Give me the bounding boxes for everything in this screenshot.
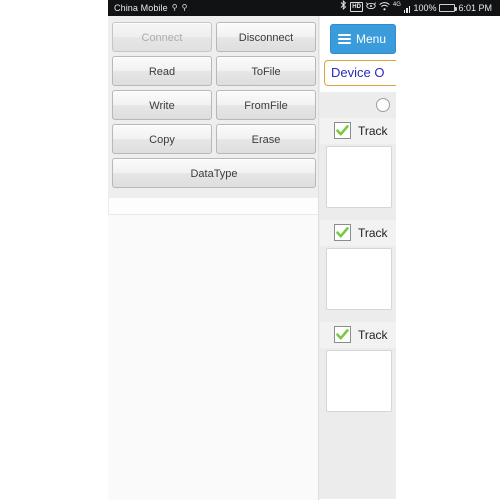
radio-option-row (320, 92, 396, 118)
button-row: Copy Erase (112, 124, 316, 154)
hamburger-menu-icon (338, 32, 351, 46)
form-body: Track Track Track (320, 92, 396, 500)
tofile-button[interactable]: ToFile (216, 56, 316, 86)
clock-label: 6:01 PM (458, 3, 492, 13)
track-input[interactable] (326, 146, 392, 208)
track-checkbox[interactable] (334, 224, 351, 241)
track-header: Track (320, 118, 396, 144)
track-header: Track (320, 220, 396, 246)
write-button[interactable]: Write (112, 90, 212, 120)
track-checkbox[interactable] (334, 122, 351, 139)
web-form-panel: Menu Device O Track Track Track (320, 16, 396, 500)
signal-bars-icon (403, 5, 411, 13)
track-group: Track (320, 322, 396, 412)
button-row: Read ToFile (112, 56, 316, 86)
copy-button[interactable]: Copy (112, 124, 212, 154)
carrier-label: China Mobile (114, 3, 168, 13)
track-group: Track (320, 118, 396, 208)
menu-button[interactable]: Menu (330, 24, 396, 54)
page-title: Device O (324, 60, 396, 86)
network-type-label: 4G (392, 2, 401, 8)
track-input[interactable] (326, 248, 392, 310)
battery-icon (439, 4, 458, 12)
track-checkbox[interactable] (334, 326, 351, 343)
sim-1-icon: ⚲ (171, 3, 178, 12)
bluetooth-icon (340, 0, 347, 16)
status-bar-left: China Mobile ⚲ ⚲ (108, 0, 187, 16)
empty-content-area (108, 214, 320, 500)
alarm-icon (365, 0, 376, 16)
button-row: Connect Disconnect (112, 22, 316, 52)
track-label: Track (358, 328, 388, 342)
fromfile-button[interactable]: FromFile (216, 90, 316, 120)
read-button[interactable]: Read (112, 56, 212, 86)
screenshot-root: China Mobile ⚲ ⚲ HD 4G 100% 6:01 PM Conn… (0, 0, 500, 500)
status-bar-right: HD 4G 100% 6:01 PM (340, 0, 492, 16)
track-group: Track (320, 220, 396, 310)
track-input[interactable] (326, 350, 392, 412)
button-row: DataType (112, 158, 316, 188)
track-header: Track (320, 322, 396, 348)
disconnect-button[interactable]: Disconnect (216, 22, 316, 52)
hd-icon: HD (350, 2, 363, 12)
menu-button-label: Menu (356, 32, 387, 46)
connect-button[interactable]: Connect (112, 22, 212, 52)
wifi-icon (379, 0, 390, 16)
track-label: Track (358, 226, 388, 240)
erase-button[interactable]: Erase (216, 124, 316, 154)
button-row: Write FromFile (112, 90, 316, 120)
datatype-button[interactable]: DataType (112, 158, 316, 188)
sim-2-icon: ⚲ (181, 3, 188, 12)
battery-percent-label: 100% (413, 3, 437, 13)
radio-button-unselected-icon[interactable] (376, 98, 390, 112)
status-bar: China Mobile ⚲ ⚲ HD 4G 100% 6:01 PM (108, 0, 500, 16)
device-button-panel: Connect Disconnect Read ToFile Write Fro… (108, 16, 320, 198)
track-label: Track (358, 124, 388, 138)
